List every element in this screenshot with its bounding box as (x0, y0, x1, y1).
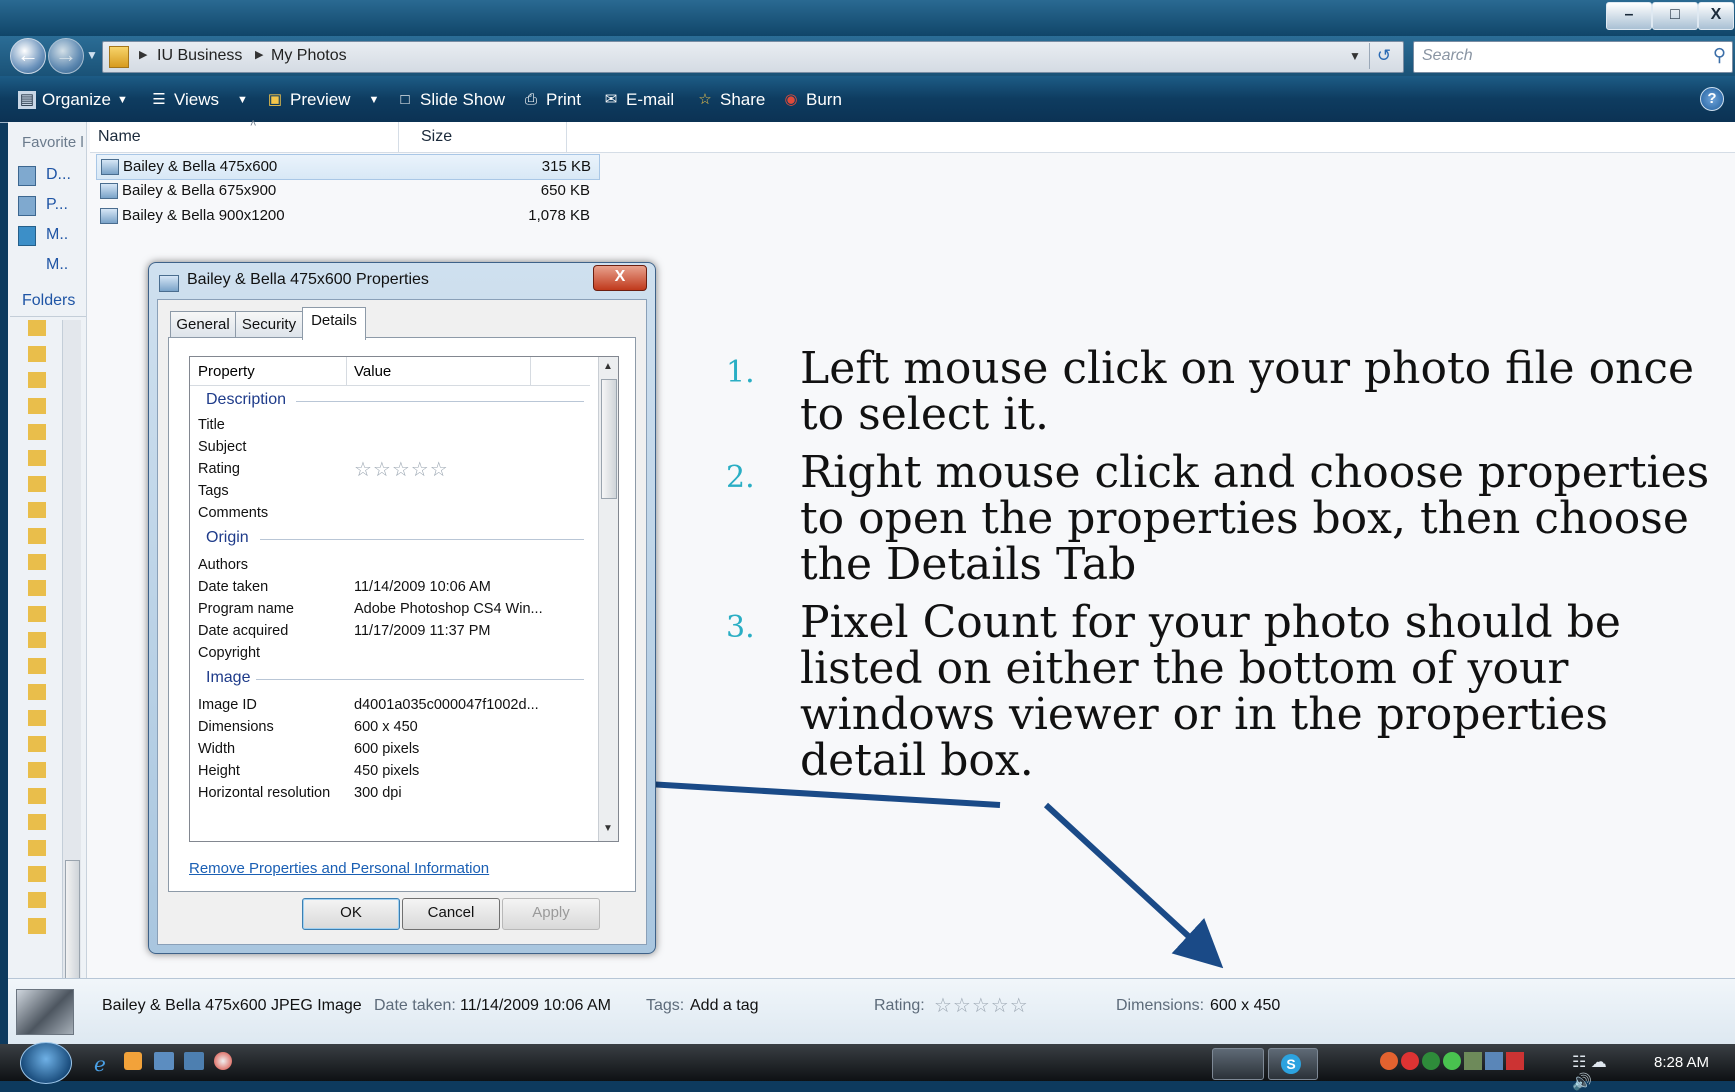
property-row[interactable]: Date taken 11/14/2009 10:06 AM (190, 575, 590, 599)
property-row[interactable]: Dimensions 600 x 450 (190, 715, 590, 739)
property-label: Horizontal resolution (198, 785, 331, 801)
desktop-icon[interactable] (154, 1052, 174, 1070)
group-description: Description (206, 391, 287, 408)
remove-properties-link[interactable]: Remove Properties and Personal Informati… (189, 860, 489, 877)
property-row[interactable]: Authors (190, 553, 590, 577)
property-label: Copyright (198, 645, 261, 661)
property-row[interactable]: Date acquired 11/17/2009 11:37 PM (190, 619, 590, 643)
photo-thumbnail[interactable] (16, 989, 74, 1035)
cancel-button[interactable]: Cancel (402, 898, 500, 930)
property-label: Width (198, 741, 236, 757)
property-label: Tags (198, 483, 229, 499)
property-label: Program name (198, 601, 294, 617)
property-value: d4001a035c000047f1002d... (354, 697, 539, 713)
property-row[interactable]: Program name Adobe Photoshop CS4 Win... (190, 597, 590, 621)
property-row[interactable]: Copyright (190, 641, 590, 665)
property-value: Adobe Photoshop CS4 Win... (354, 601, 543, 617)
tags-label: Tags: (646, 997, 685, 1014)
column-header-property[interactable]: Property (198, 363, 255, 380)
property-list-header: Property Value (190, 357, 590, 386)
dimensions-value: 600 x 450 (1210, 997, 1281, 1014)
tab-security[interactable]: Security (235, 311, 303, 338)
outlook-icon[interactable] (124, 1052, 142, 1070)
switch-windows-icon[interactable] (184, 1052, 204, 1070)
dialog-title: Bailey & Bella 475x600 Properties (187, 271, 429, 288)
group-origin: Origin (206, 529, 249, 546)
property-row[interactable]: Tags (190, 479, 590, 503)
skype-taskbar-button[interactable]: S (1268, 1048, 1318, 1080)
property-label: Image ID (198, 697, 257, 713)
property-label: Authors (198, 557, 248, 573)
property-label: Dimensions (198, 719, 274, 735)
group-divider (260, 539, 584, 540)
property-row[interactable]: Subject (190, 435, 590, 459)
rating-label: Rating: (874, 997, 925, 1014)
tab-general[interactable]: General (170, 311, 236, 338)
property-value: 11/14/2009 10:06 AM (354, 579, 491, 595)
skype-icon: S (1281, 1054, 1301, 1074)
property-label: Date taken (198, 579, 269, 595)
property-label: Rating (198, 461, 240, 477)
apply-button[interactable]: Apply (502, 898, 600, 930)
property-label: Date acquired (198, 623, 289, 639)
taskbar: ℯ S ☷ ☁ 🔊 8:28 AM (0, 1042, 1735, 1091)
column-header-value[interactable]: Value (354, 363, 391, 380)
date-taken-label: Date taken: (374, 997, 456, 1014)
clock[interactable]: 8:28 AM (1654, 1054, 1709, 1071)
ok-button[interactable]: OK (302, 898, 400, 930)
property-row[interactable]: Comments (190, 501, 590, 525)
group-divider (296, 401, 584, 402)
column-divider (530, 357, 531, 385)
arrow-to-details-bar (1043, 802, 1224, 969)
property-value: 11/17/2009 11:37 PM (354, 623, 491, 639)
properties-dialog: Bailey & Bella 475x600 Properties X Gene… (148, 262, 656, 954)
explorer-taskbar-button[interactable] (1212, 1048, 1264, 1080)
property-row[interactable]: Title (190, 413, 590, 437)
property-label: Title (198, 417, 225, 433)
rating-stars[interactable]: ☆☆☆☆☆ (934, 993, 1029, 1018)
ie-icon[interactable]: ℯ (94, 1052, 106, 1077)
property-row[interactable]: Height 450 pixels (190, 759, 590, 783)
image-file-icon (159, 275, 179, 292)
system-tray-icons[interactable] (1380, 1052, 1580, 1074)
scroll-down-icon[interactable]: ▼ (603, 823, 613, 834)
volume-network-icons[interactable]: ☷ ☁ 🔊 (1572, 1052, 1630, 1091)
scroll-up-icon[interactable]: ▲ (603, 361, 613, 372)
property-row[interactable]: Image ID d4001a035c000047f1002d... (190, 693, 590, 717)
scrollbar-thumb[interactable] (601, 379, 617, 499)
property-value: 600 x 450 (354, 719, 418, 735)
property-list[interactable]: Property Value Description Title Subject… (189, 356, 619, 842)
details-pane: Bailey & Bella 475x600 JPEG Image Date t… (8, 978, 1735, 1045)
details-tab-panel: Property Value Description Title Subject… (168, 337, 636, 892)
property-row[interactable]: Rating ☆☆☆☆☆ (190, 457, 590, 481)
tags-value[interactable]: Add a tag (690, 997, 759, 1015)
chrome-icon[interactable] (214, 1052, 232, 1070)
group-image: Image (206, 669, 251, 686)
column-divider (346, 357, 347, 385)
property-row[interactable]: Width 600 pixels (190, 737, 590, 761)
file-type-label: Bailey & Bella 475x600 JPEG Image (102, 997, 362, 1014)
dialog-body: General Security Details Property Value … (157, 299, 647, 945)
dialog-close-button[interactable]: X (593, 265, 647, 291)
group-divider (256, 679, 584, 680)
property-label: Height (198, 763, 240, 779)
start-button[interactable] (20, 1042, 72, 1084)
property-label: Subject (198, 439, 247, 455)
dimensions-label: Dimensions: (1116, 997, 1205, 1014)
property-value: 300 dpi (354, 785, 402, 801)
tab-details[interactable]: Details (302, 307, 366, 340)
property-list-scrollbar[interactable]: ▲ ▼ (598, 357, 618, 841)
property-label: Comments (198, 505, 269, 521)
property-value: 600 pixels (354, 741, 420, 757)
property-row[interactable]: Horizontal resolution 300 dpi (190, 781, 590, 805)
property-value: 450 pixels (354, 763, 420, 779)
date-taken-value[interactable]: 11/14/2009 10:06 AM (460, 997, 611, 1015)
